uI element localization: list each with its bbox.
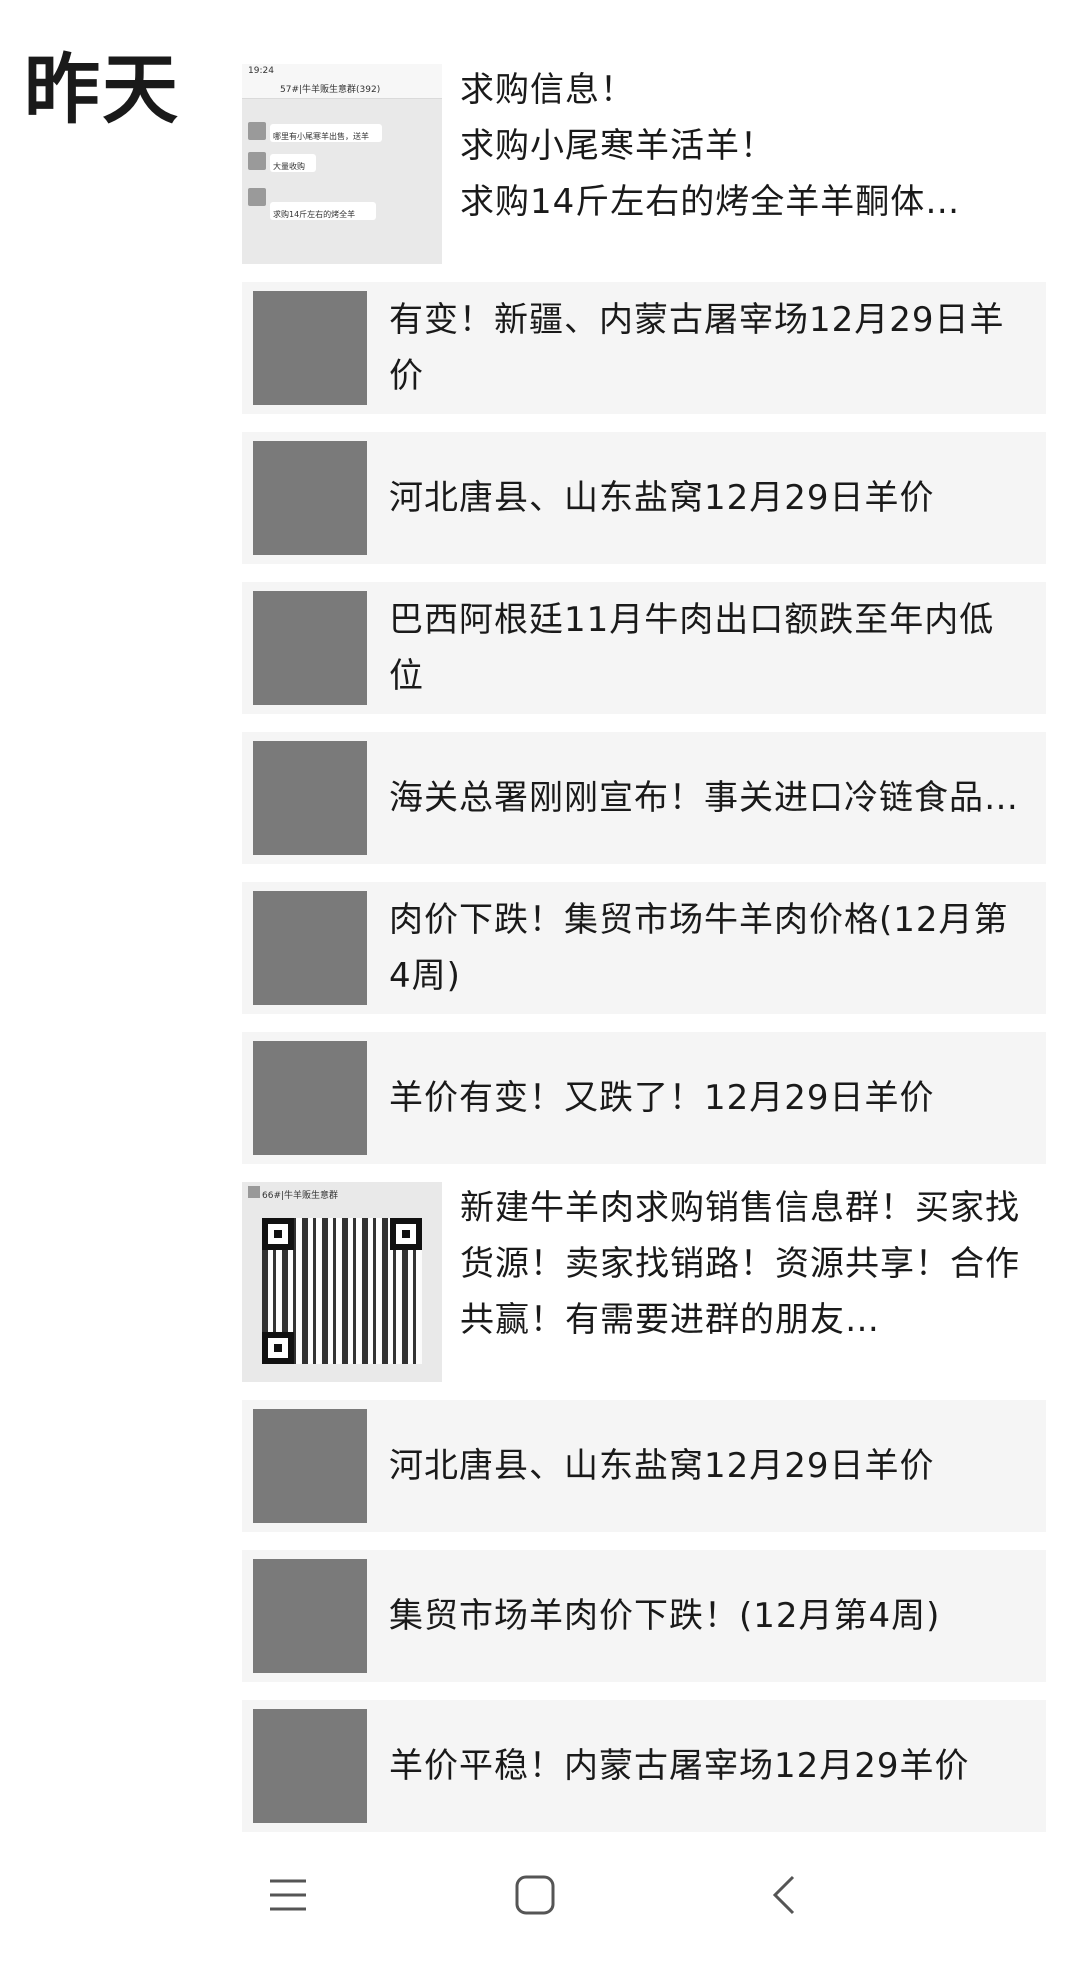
article-title: 集贸市场羊肉价下跌！(12月第4周): [389, 1596, 941, 1636]
post-text: 新建牛羊肉求购销售信息群！买家找货源！卖家找销路！资源共享！合作共赢！有需要进群…: [460, 1188, 1020, 1340]
qr-caption: 66#|牛羊贩生意群: [262, 1191, 339, 1201]
menu-icon[interactable]: [248, 1860, 328, 1930]
sheep-image: [253, 441, 367, 555]
article-title: 河北唐县、山东盐窝12月29日羊价: [389, 1446, 935, 1486]
article-card[interactable]: 羊价平稳！内蒙古屠宰场12月29羊价: [242, 1700, 1046, 1832]
qr-code-image[interactable]: 66#|牛羊贩生意群: [242, 1182, 442, 1382]
article-title: 河北唐县、山东盐窝12月29日羊价: [389, 478, 935, 518]
home-icon[interactable]: [495, 1860, 575, 1930]
article-title: 羊价平稳！内蒙古屠宰场12月29羊价: [389, 1746, 970, 1786]
avatar: [248, 188, 266, 206]
slaughter-hall-image: [253, 1709, 367, 1823]
slaughterhouse-image: [253, 291, 367, 405]
post-group-invite[interactable]: 66#|牛羊贩生意群 新建牛羊肉求购销售信息群！买家找货源！卖家找销路！资源共享…: [242, 1182, 1046, 1382]
system-navigation-bar: [0, 1840, 1080, 1950]
avatar: [248, 1186, 260, 1198]
back-icon[interactable]: [744, 1860, 824, 1930]
chat-message-1: 哪里有小尾寒羊出售，送羊: [273, 132, 369, 141]
moments-feed-page: 昨天 19:24 57#|牛羊贩生意群(392) 哪里有小尾寒羊出售，送羊 大量…: [0, 0, 1080, 1966]
qr-finder-icon: [390, 1218, 422, 1250]
post-purchase-info[interactable]: 19:24 57#|牛羊贩生意群(392) 哪里有小尾寒羊出售，送羊 大量收购 …: [242, 64, 1046, 264]
chat-bubble: 哪里有小尾寒羊出售，送羊: [270, 124, 382, 142]
screenshot-header: 19:24 57#|牛羊贩生意群(392): [242, 64, 442, 99]
avatar: [248, 152, 266, 170]
article-card[interactable]: 集贸市场羊肉价下跌！(12月第4周): [242, 1550, 1046, 1682]
customs-emblem-image: [253, 741, 367, 855]
raw-meat-image: [253, 891, 367, 1005]
article-card[interactable]: 巴西阿根廷11月牛肉出口额跌至年内低位: [242, 582, 1046, 714]
feed-list: 19:24 57#|牛羊贩生意群(392) 哪里有小尾寒羊出售，送羊 大量收购 …: [242, 64, 1046, 1832]
chat-message-3: 求购14斤左右的烤全羊: [273, 210, 356, 219]
chat-message-2: 大量收购: [273, 162, 305, 171]
date-label: 昨天: [24, 45, 180, 134]
screenshot-group-title: 57#|牛羊贩生意群(392): [280, 85, 381, 95]
article-card[interactable]: 羊价有变！又跌了！12月29日羊价: [242, 1032, 1046, 1164]
chat-bubble: 求购14斤左右的烤全羊: [270, 202, 376, 220]
article-title: 有变！新疆、内蒙古屠宰场12月29日羊价: [389, 300, 1005, 396]
slaughter-hall-image: [253, 1041, 367, 1155]
article-card[interactable]: 河北唐县、山东盐窝12月29日羊价: [242, 1400, 1046, 1532]
sheep-image: [253, 1409, 367, 1523]
screenshot-time: 19:24: [248, 66, 274, 76]
article-card[interactable]: 河北唐县、山东盐窝12月29日羊价: [242, 432, 1046, 564]
article-title: 海关总署刚刚宣布！事关进口冷链食品…: [389, 778, 1019, 818]
meat-market-image: [253, 1559, 367, 1673]
chat-screenshot-image[interactable]: 19:24 57#|牛羊贩生意群(392) 哪里有小尾寒羊出售，送羊 大量收购 …: [242, 64, 442, 264]
article-card[interactable]: 肉价下跌！集贸市场牛羊肉价格(12月第4周): [242, 882, 1046, 1014]
avatar: [248, 122, 266, 140]
qr-finder-icon: [262, 1332, 294, 1364]
beef-steak-image: [253, 591, 367, 705]
qr-finder-icon: [262, 1218, 294, 1250]
article-title: 巴西阿根廷11月牛肉出口额跌至年内低位: [389, 600, 995, 696]
article-title: 羊价有变！又跌了！12月29日羊价: [389, 1078, 935, 1118]
article-title: 肉价下跌！集贸市场牛羊肉价格(12月第4周): [389, 900, 1009, 996]
chat-bubble: 大量收购: [270, 154, 316, 172]
article-card[interactable]: 海关总署刚刚宣布！事关进口冷链食品…: [242, 732, 1046, 864]
article-card[interactable]: 有变！新疆、内蒙古屠宰场12月29日羊价: [242, 282, 1046, 414]
post-text: 求购信息！ 求购小尾寒羊活羊！ 求购14斤左右的烤全羊羊酮体…: [460, 70, 961, 222]
